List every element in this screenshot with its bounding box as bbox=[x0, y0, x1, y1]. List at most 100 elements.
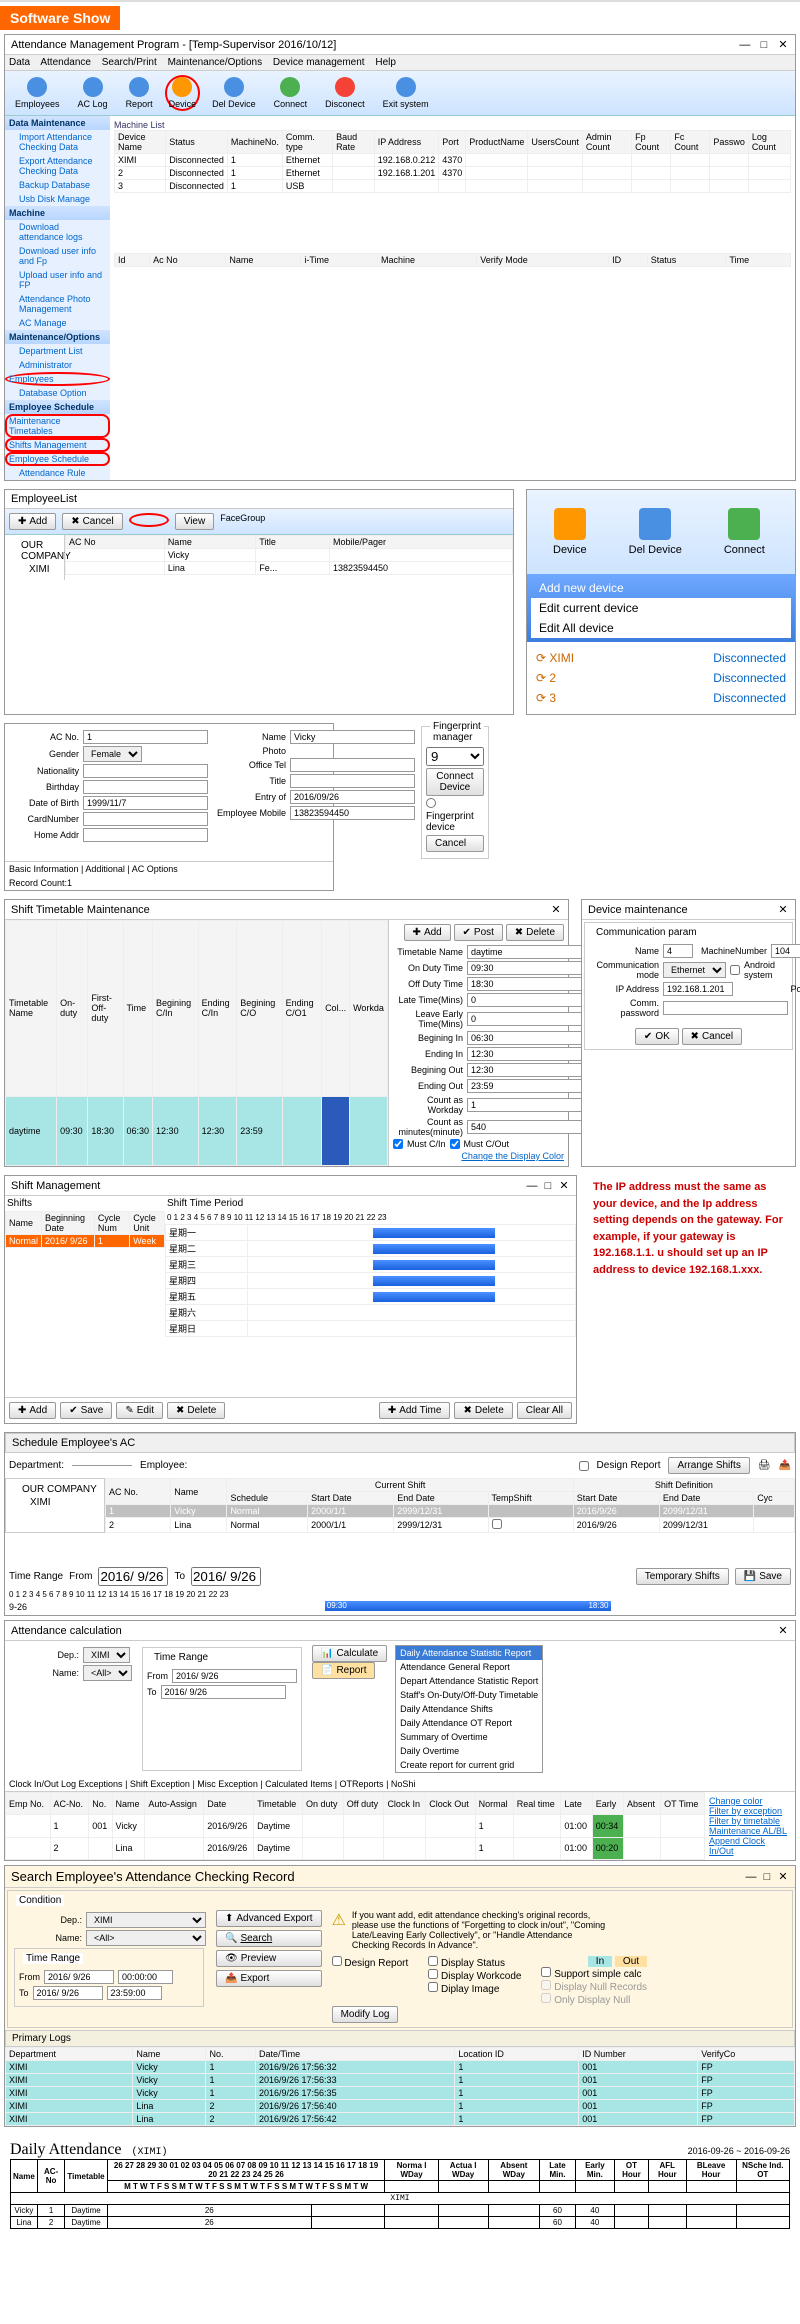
dm-comm-select[interactable]: Ethernet bbox=[663, 962, 726, 978]
endout-input[interactable] bbox=[467, 1079, 592, 1093]
close-icon[interactable]: ✕ bbox=[558, 1179, 570, 1192]
tt-name-input[interactable] bbox=[467, 945, 592, 959]
adv-export-btn[interactable]: ⬆ Advanced Export bbox=[216, 1910, 322, 1927]
exit-button[interactable]: Exit system bbox=[377, 75, 435, 111]
fp-select[interactable]: 9 bbox=[426, 747, 484, 766]
sidebar-import[interactable]: Import Attendance Checking Data bbox=[5, 130, 110, 154]
menu-device[interactable]: Device management bbox=[273, 57, 365, 68]
report-menu-item[interactable]: Summary of Overtime bbox=[396, 1730, 542, 1744]
simple-calc-check[interactable] bbox=[541, 1967, 551, 1977]
workday-input[interactable] bbox=[467, 1098, 592, 1112]
ac-from-input[interactable] bbox=[172, 1669, 297, 1683]
sr-from-date[interactable] bbox=[44, 1970, 114, 1984]
ok-button[interactable]: ✔ OK bbox=[635, 1028, 679, 1045]
minimize-icon[interactable]: — bbox=[739, 39, 751, 51]
deldevice-button[interactable]: Del Device bbox=[206, 75, 262, 111]
temp-shifts-btn[interactable]: Temporary Shifts bbox=[636, 1568, 729, 1585]
sidebar-backup[interactable]: Backup Database bbox=[5, 178, 110, 192]
sm-delete-btn[interactable]: ✖ Delete bbox=[167, 1402, 225, 1419]
dm-ip-input[interactable] bbox=[663, 982, 733, 996]
report-menu-item[interactable]: Daily Attendance OT Report bbox=[396, 1716, 542, 1730]
tab-calc[interactable]: Calculated Items bbox=[265, 1779, 332, 1789]
begout-input[interactable] bbox=[467, 1063, 592, 1077]
late-input[interactable] bbox=[467, 993, 592, 1007]
tab-basic[interactable]: Basic Information bbox=[9, 864, 79, 874]
ac-to-input[interactable] bbox=[161, 1685, 286, 1699]
search-btn[interactable]: 🔍 Search bbox=[216, 1930, 322, 1947]
sidebar-ac-manage[interactable]: AC Manage bbox=[5, 316, 110, 330]
sm-deltime-btn[interactable]: ✖ Delete bbox=[454, 1402, 512, 1419]
report-menu-item[interactable]: Daily Attendance Shifts bbox=[396, 1702, 542, 1716]
table-row[interactable]: 1001Vicky2016/9/26Daytime101:0000:34 bbox=[6, 1815, 705, 1837]
close-icon[interactable]: ✕ bbox=[777, 903, 789, 916]
table-row[interactable]: 2Disconnected1Ethernet192.168.1.2014370 bbox=[115, 167, 791, 180]
sm-save-btn[interactable]: ✔ Save bbox=[60, 1402, 112, 1419]
view-button[interactable]: View bbox=[175, 513, 215, 530]
export-icon[interactable]: 📤 bbox=[779, 1460, 791, 1471]
table-row[interactable]: daytime09:3018:3006:3012:3012:3023:59 bbox=[6, 1096, 388, 1165]
sr-to-time[interactable] bbox=[107, 1986, 162, 2000]
sidebar-attendance-rule[interactable]: Attendance Rule bbox=[5, 466, 110, 480]
table-row[interactable]: Vicky bbox=[66, 549, 513, 562]
early-input[interactable] bbox=[467, 1012, 592, 1026]
minimize-icon[interactable]: — bbox=[526, 1180, 538, 1192]
dm-name-input[interactable] bbox=[663, 944, 693, 958]
table-row[interactable]: XIMIVicky12016/9/26 17:56:351001FP bbox=[6, 2087, 795, 2100]
officetel-input[interactable] bbox=[290, 758, 415, 772]
mustcout-check[interactable] bbox=[450, 1139, 460, 1149]
sidebar-maint-timetables[interactable]: Maintenance Timetables bbox=[5, 414, 110, 438]
menu-help[interactable]: Help bbox=[375, 57, 396, 68]
tab-additional[interactable]: Additional bbox=[85, 864, 125, 874]
offduty-input[interactable] bbox=[467, 977, 592, 991]
design-report-check[interactable] bbox=[332, 1956, 342, 1966]
report-btn[interactable]: 📄 Report bbox=[312, 1662, 375, 1679]
aclog-button[interactable]: AC Log bbox=[72, 75, 114, 111]
sidebar-usb[interactable]: Usb Disk Manage bbox=[5, 192, 110, 206]
close-icon[interactable]: ✕ bbox=[777, 1870, 789, 1883]
add-button[interactable]: ✚ Add bbox=[9, 513, 56, 530]
menu-add-device[interactable]: Add new device bbox=[531, 578, 791, 598]
design-report-check[interactable] bbox=[579, 1461, 589, 1471]
delete-btn[interactable]: ✖ Delete bbox=[506, 924, 564, 941]
link-changecolor[interactable]: Change color bbox=[709, 1796, 791, 1806]
tab-ot[interactable]: OTReports bbox=[340, 1779, 384, 1789]
sm-edit-btn[interactable]: ✎ Edit bbox=[116, 1402, 163, 1419]
maximize-icon[interactable]: □ bbox=[542, 1180, 554, 1192]
sm-add-btn[interactable]: ✚ Add bbox=[9, 1402, 56, 1419]
sidebar-export[interactable]: Export Attendance Checking Data bbox=[5, 154, 110, 178]
report-menu-item[interactable]: Daily Overtime bbox=[396, 1744, 542, 1758]
nationality-input[interactable] bbox=[83, 764, 208, 778]
cancel-button[interactable]: ✖ Cancel bbox=[682, 1028, 743, 1045]
close-icon[interactable]: ✕ bbox=[550, 903, 562, 916]
table-row[interactable]: Normal2016/ 9/261Week bbox=[6, 1235, 165, 1248]
disconnect-button[interactable]: Disconect bbox=[319, 75, 371, 111]
dm-mn-input[interactable] bbox=[771, 944, 800, 958]
sidebar-admin[interactable]: Administrator bbox=[5, 358, 110, 372]
sr-name-select[interactable]: <All> bbox=[86, 1930, 206, 1946]
connect-big-button[interactable]: Connect bbox=[708, 500, 781, 564]
preview-btn[interactable]: 👁 Preview bbox=[216, 1950, 322, 1967]
card-input[interactable] bbox=[83, 812, 208, 826]
maximize-icon[interactable]: □ bbox=[758, 39, 770, 51]
tree-ximi[interactable]: XIMI bbox=[10, 1496, 100, 1509]
menu-search[interactable]: Search/Print bbox=[102, 57, 157, 68]
birthday-input[interactable] bbox=[83, 780, 208, 794]
tree-company[interactable]: OUR COMPANY bbox=[10, 1483, 100, 1496]
gender-select[interactable]: Female bbox=[83, 746, 142, 762]
link-maint[interactable]: Maintenance AL/BL bbox=[709, 1826, 791, 1836]
sidebar-emp-schedule[interactable]: Employee Schedule bbox=[5, 452, 110, 466]
sac-from-input[interactable] bbox=[98, 1567, 168, 1586]
endin-input[interactable] bbox=[467, 1047, 592, 1061]
device-big-button[interactable]: Device bbox=[537, 500, 603, 564]
fp-device-radio[interactable] bbox=[426, 798, 436, 808]
table-row[interactable]: XIMIVicky12016/9/26 17:56:331001FP bbox=[6, 2074, 795, 2087]
menu-edit-current[interactable]: Edit current device bbox=[531, 598, 791, 618]
name-input[interactable] bbox=[290, 730, 415, 744]
add-btn[interactable]: ✚ Add bbox=[404, 924, 451, 941]
disp-status-check[interactable] bbox=[428, 1956, 438, 1966]
cancel-button[interactable]: ✖ Cancel bbox=[62, 513, 123, 530]
tab-acoptions[interactable]: AC Options bbox=[132, 864, 178, 874]
report-menu-item[interactable]: Create report for current grid bbox=[396, 1758, 542, 1772]
menu-data[interactable]: Data bbox=[9, 57, 30, 68]
close-icon[interactable]: ✕ bbox=[777, 38, 789, 51]
